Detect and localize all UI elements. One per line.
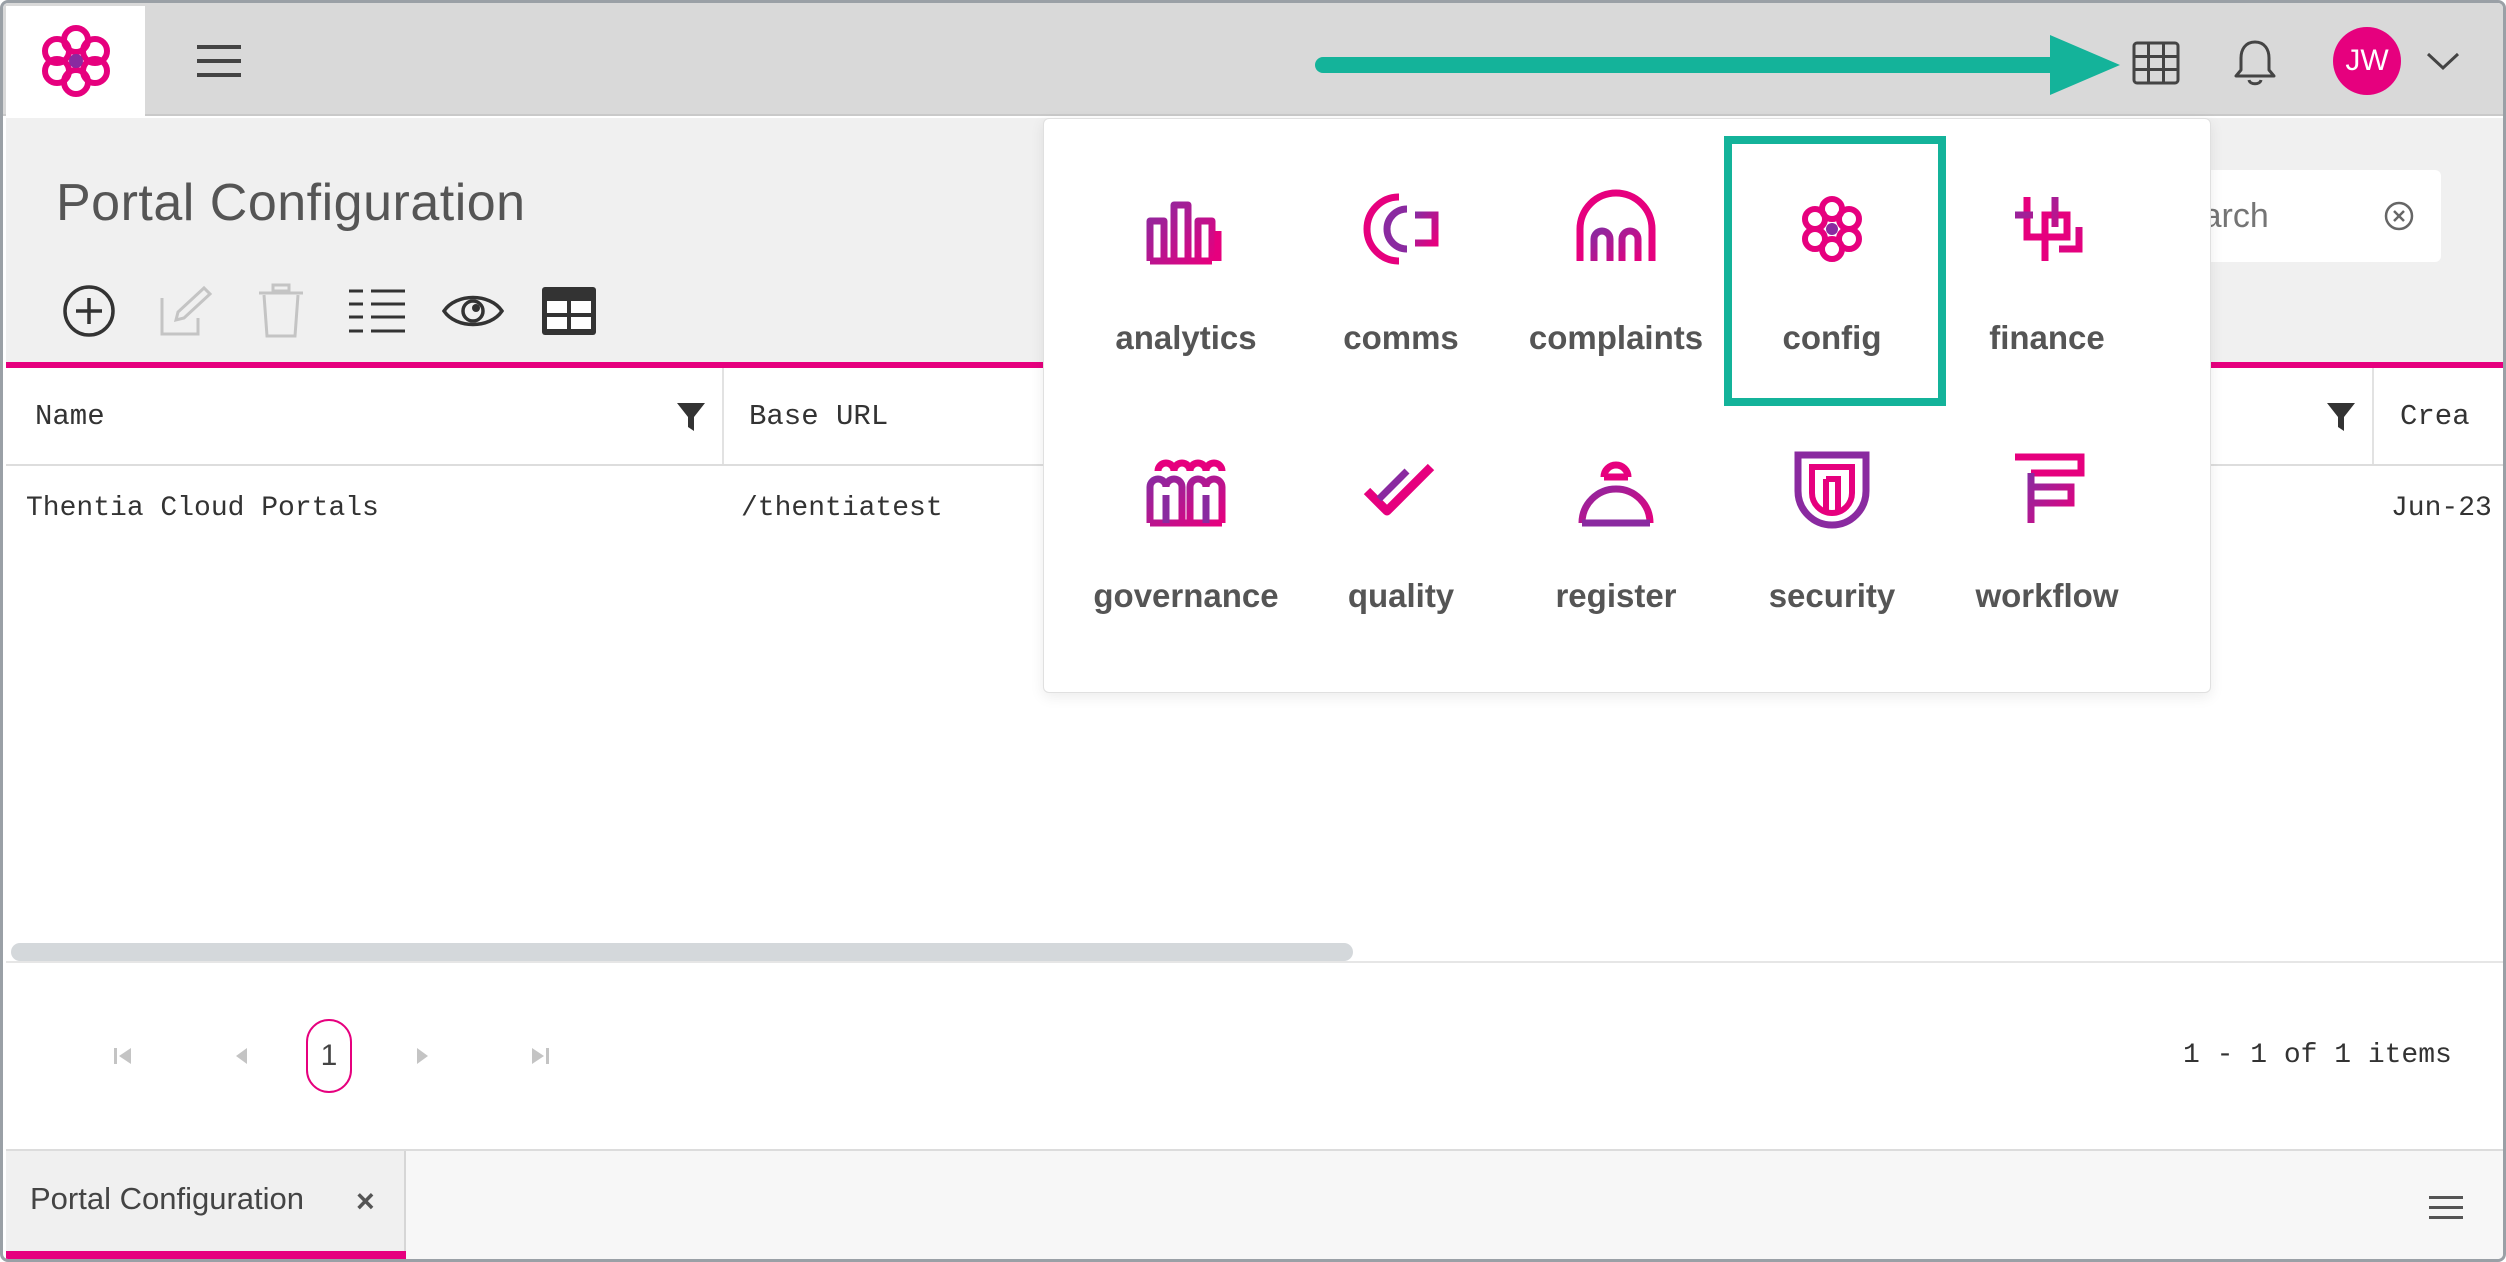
tabs-menu-button[interactable] [2426, 1191, 2466, 1225]
workflow-icon [2015, 453, 2085, 523]
bell-icon [2234, 40, 2276, 86]
close-tab-button[interactable]: × [356, 1183, 375, 1220]
app-analytics[interactable]: analytics [1086, 119, 1286, 356]
app-logo[interactable] [6, 6, 145, 116]
cell-name: Thentia Cloud Portals [26, 493, 379, 524]
annotation-highlight-box [1724, 136, 1946, 406]
app-register[interactable]: register [1516, 377, 1716, 614]
column-separator [2372, 368, 2374, 464]
grid-toolbar [56, 276, 632, 346]
grid-apps-icon [2132, 41, 2180, 85]
chevron-down-icon [2426, 52, 2460, 71]
comms-icon [1363, 193, 1439, 265]
user-initials: JW [2345, 44, 2389, 77]
column-header-base-url[interactable]: Base URL [749, 368, 888, 464]
view-button[interactable] [440, 278, 506, 344]
last-page-icon [532, 1048, 549, 1064]
analytics-icon [1146, 201, 1222, 265]
next-page-button[interactable] [403, 1038, 443, 1074]
bottom-tab-bar: Portal Configuration × [6, 1149, 2503, 1259]
annotation-arrow [1315, 35, 2120, 95]
top-bar: JW [3, 3, 2503, 116]
clear-search-icon[interactable] [2383, 200, 2415, 232]
governance-icon [1146, 459, 1226, 527]
app-finance[interactable]: finance [1947, 119, 2147, 356]
horizontal-scrollbar[interactable] [11, 943, 1353, 961]
caret-left-icon [236, 1048, 247, 1064]
page-title: Portal Configuration [56, 174, 526, 232]
main-menu-button[interactable] [191, 38, 247, 84]
app-governance[interactable]: governance [1086, 377, 1286, 614]
previous-page-button[interactable] [221, 1038, 261, 1074]
app-window: JW Portal Configuration Search Name Base… [0, 0, 2506, 1262]
list-columns-icon [349, 289, 405, 333]
tab-label: Portal Configuration [30, 1181, 304, 1216]
table-view-button[interactable] [536, 278, 602, 344]
active-tab-indicator [6, 1251, 406, 1259]
finance-icon [2015, 197, 2083, 261]
trash-icon [259, 283, 303, 338]
app-label: finance [1989, 319, 2105, 356]
first-page-icon [114, 1048, 131, 1064]
plus-circle-icon [63, 285, 115, 337]
column-header-name[interactable]: Name [35, 368, 105, 464]
tab-portal-configuration[interactable]: Portal Configuration × [6, 1151, 406, 1259]
edit-button[interactable] [152, 278, 218, 344]
delete-button[interactable] [248, 278, 314, 344]
app-comms[interactable]: comms [1301, 119, 1501, 356]
hamburger-icon [197, 45, 241, 77]
add-button[interactable] [56, 278, 122, 344]
filter-icon[interactable] [2326, 401, 2356, 433]
app-workflow[interactable]: workflow [1947, 377, 2147, 614]
flower-logo-icon [41, 25, 110, 97]
cell-created: Jun-23 [2391, 493, 2492, 524]
app-launcher-panel: analytics comms complaints config financ… [1043, 118, 2211, 693]
app-label: workflow [1975, 577, 2119, 614]
app-complaints[interactable]: complaints [1516, 119, 1716, 356]
filter-icon[interactable] [676, 401, 706, 433]
hamburger-icon [2429, 1196, 2463, 1219]
table-icon [542, 287, 596, 335]
security-icon [1794, 451, 1870, 529]
app-quality[interactable]: quality [1301, 377, 1501, 614]
eye-icon [442, 295, 504, 327]
column-separator [722, 368, 724, 464]
cell-base-url: /thentiatest [741, 493, 943, 524]
page-number-button[interactable]: 1 [306, 1019, 352, 1093]
column-chooser-button[interactable] [344, 278, 410, 344]
complaints-icon [1576, 189, 1656, 261]
app-launcher-button[interactable] [2126, 33, 2186, 93]
user-avatar[interactable]: JW [2333, 27, 2401, 95]
pager-summary: 1 - 1 of 1 items [2183, 1040, 2452, 1071]
edit-icon [160, 285, 213, 336]
caret-right-icon [417, 1048, 428, 1064]
quality-icon [1363, 463, 1435, 516]
grid-footer-divider [6, 961, 2503, 963]
first-page-button[interactable] [103, 1038, 143, 1074]
column-header-created[interactable]: Crea [2400, 368, 2470, 464]
register-icon [1578, 461, 1654, 527]
app-security[interactable]: security [1732, 377, 1932, 614]
notifications-button[interactable] [2225, 33, 2285, 93]
last-page-button[interactable] [520, 1038, 560, 1074]
user-menu-button[interactable] [2421, 41, 2465, 81]
